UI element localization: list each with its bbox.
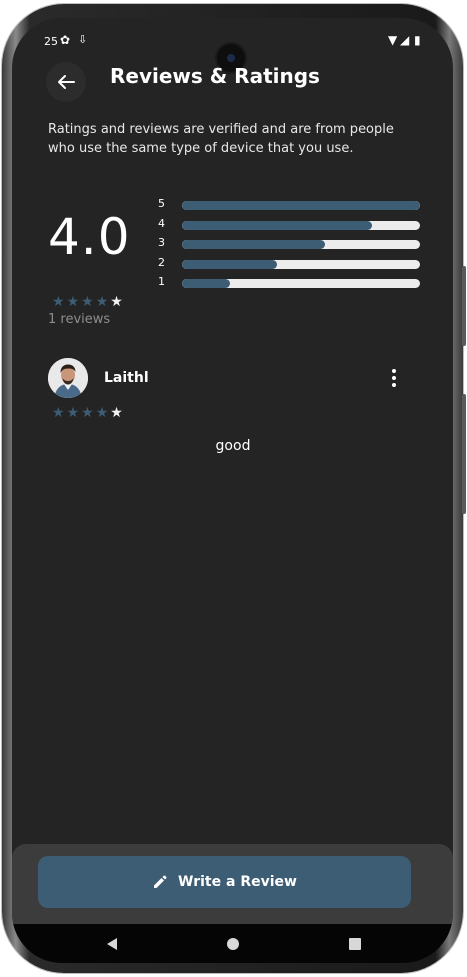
avatar [48,358,88,398]
review-count: 1 reviews [48,312,111,327]
nav-recents-button[interactable] [343,932,367,956]
star-filled-icon: ★ [95,405,109,421]
rating-bar-label: 2 [158,255,165,269]
star-filled-icon: ★ [52,405,65,421]
rating-bar-track [182,201,420,210]
rating-bar-fill [182,279,230,288]
average-stars: ★ ★ ★ ★ ★ [52,294,123,310]
rating-bar-label: 5 [158,197,165,210]
rating-bar-fill [182,220,373,230]
rating-bar-label: 3 [158,236,165,249]
signal-icon: ◢ [400,33,410,47]
battery-icon: ▮ [414,33,421,47]
nav-home-button[interactable] [221,932,245,956]
star-empty-icon: ★ [110,405,123,421]
star-filled-icon: ★ [52,294,65,310]
star-filled-icon: ★ [66,294,80,310]
back-triangle-icon [107,938,117,950]
reviewer-name: Laithl [104,370,149,386]
gear-icon: ✿ [60,33,71,47]
verification-disclaimer: Ratings and reviews are verified and are… [48,122,394,156]
rating-bar-track [182,240,420,249]
user-photo-icon [48,358,88,398]
home-circle-icon [227,938,239,950]
rating-bar-label: 1 [158,275,165,288]
more-vertical-icon [392,369,396,387]
rating-bar-fill [182,259,278,269]
system-navigation-bar [12,924,453,963]
review-item: Laithl ★ ★ ★ ★ ★ good [48,358,418,468]
power-button [462,394,466,514]
star-filled-icon: ★ [81,405,94,421]
write-review-button[interactable]: Write a Review [38,856,411,908]
pencil-icon [154,875,167,888]
page-title: Reviews & Ratings [110,64,320,88]
rating-bar-track [182,259,420,269]
phone-frame: 25 ✿ ⇩ ▼ ◢ ▮ Reviews & Ratings Ratings a… [2,4,466,973]
app-screen: 25 ✿ ⇩ ▼ ◢ ▮ Reviews & Ratings Ratings a… [12,18,453,963]
average-rating: 4.0 [48,208,131,266]
star-filled-icon: ★ [66,405,80,421]
volume-button [462,266,466,346]
status-time: 25 [44,35,58,48]
star-filled-icon: ★ [95,294,109,310]
rating-bar-track [182,220,420,230]
arrow-left-icon [58,75,75,89]
recents-square-icon [349,938,361,950]
review-menu-button[interactable] [384,368,404,390]
rating-bar-fill [182,201,420,210]
back-button[interactable] [46,62,86,102]
rating-bar-fill [182,240,325,249]
write-review-label: Write a Review [178,874,297,890]
rating-bar-label: 4 [158,216,165,230]
wifi-icon: ▼ [388,33,398,47]
download-icon: ⇩ [78,33,88,46]
rating-bar-track [182,279,420,288]
star-filled-icon: ★ [81,294,94,310]
nav-back-button[interactable] [100,932,124,956]
review-text: good [215,438,251,454]
bottom-action-panel: Write a Review [12,844,453,924]
review-stars: ★ ★ ★ ★ ★ [52,405,123,421]
star-empty-icon: ★ [110,294,123,310]
